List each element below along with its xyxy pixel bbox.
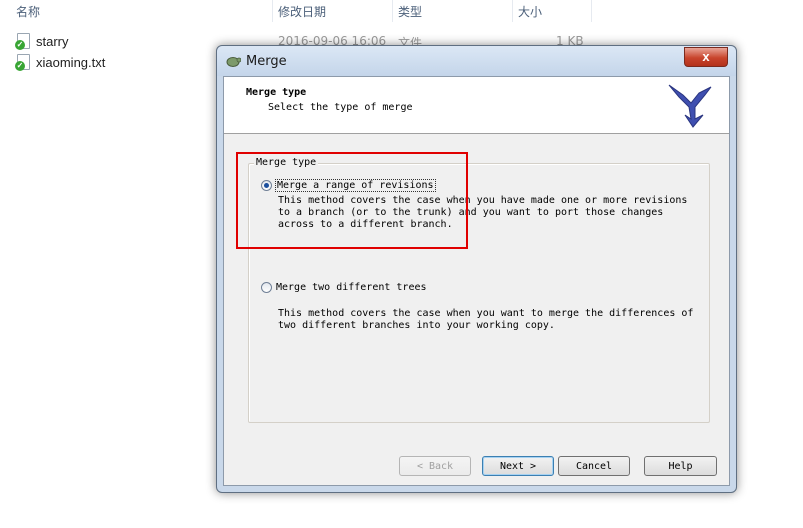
column-divider <box>392 0 393 22</box>
file-name: xiaoming.txt <box>36 54 106 70</box>
close-button[interactable]: x <box>684 47 728 67</box>
dialog-client-area: Merge type Select the type of merge Merg… <box>223 76 730 486</box>
wizard-header-title: Merge type <box>246 87 307 98</box>
column-type[interactable]: 类型 <box>398 3 422 20</box>
merge-trees-description: This method covers the case when you wan… <box>278 308 694 331</box>
next-button[interactable]: Next > <box>482 456 554 476</box>
dialog-title: Merge <box>246 54 287 69</box>
file-row-starry[interactable]: ✓ starry <box>15 32 69 50</box>
svn-file-icon: ✓ <box>15 33 30 50</box>
column-divider <box>272 0 273 22</box>
column-name[interactable]: 名称 <box>16 3 40 20</box>
column-divider <box>512 0 513 22</box>
tortoise-app-icon <box>226 57 241 67</box>
merge-logo-icon <box>668 84 712 128</box>
dialog-titlebar[interactable]: Merge x <box>217 46 736 76</box>
file-name: starry <box>36 33 69 49</box>
back-button[interactable]: < Back <box>399 456 471 476</box>
wizard-header: Merge type Select the type of merge <box>224 77 729 134</box>
cancel-button[interactable]: Cancel <box>558 456 630 476</box>
svn-file-icon: ✓ <box>15 54 30 71</box>
column-date[interactable]: 修改日期 <box>278 3 326 20</box>
merge-trees-label[interactable]: Merge two different trees <box>276 282 427 293</box>
file-row-xiaoming[interactable]: ✓ xiaoming.txt <box>15 53 106 71</box>
column-size[interactable]: 大小 <box>518 3 542 20</box>
help-button[interactable]: Help <box>644 456 717 476</box>
radio-merge-trees[interactable]: Merge two different trees <box>261 282 427 293</box>
explorer-column-header: 名称 修改日期 类型 大小 <box>0 0 803 22</box>
radio-button-unselected[interactable] <box>261 282 272 293</box>
column-divider <box>591 0 592 22</box>
red-highlight-box <box>236 152 468 249</box>
wizard-header-subtitle: Select the type of merge <box>268 102 413 113</box>
merge-dialog: Merge x Merge type Select the type of me… <box>216 45 737 493</box>
